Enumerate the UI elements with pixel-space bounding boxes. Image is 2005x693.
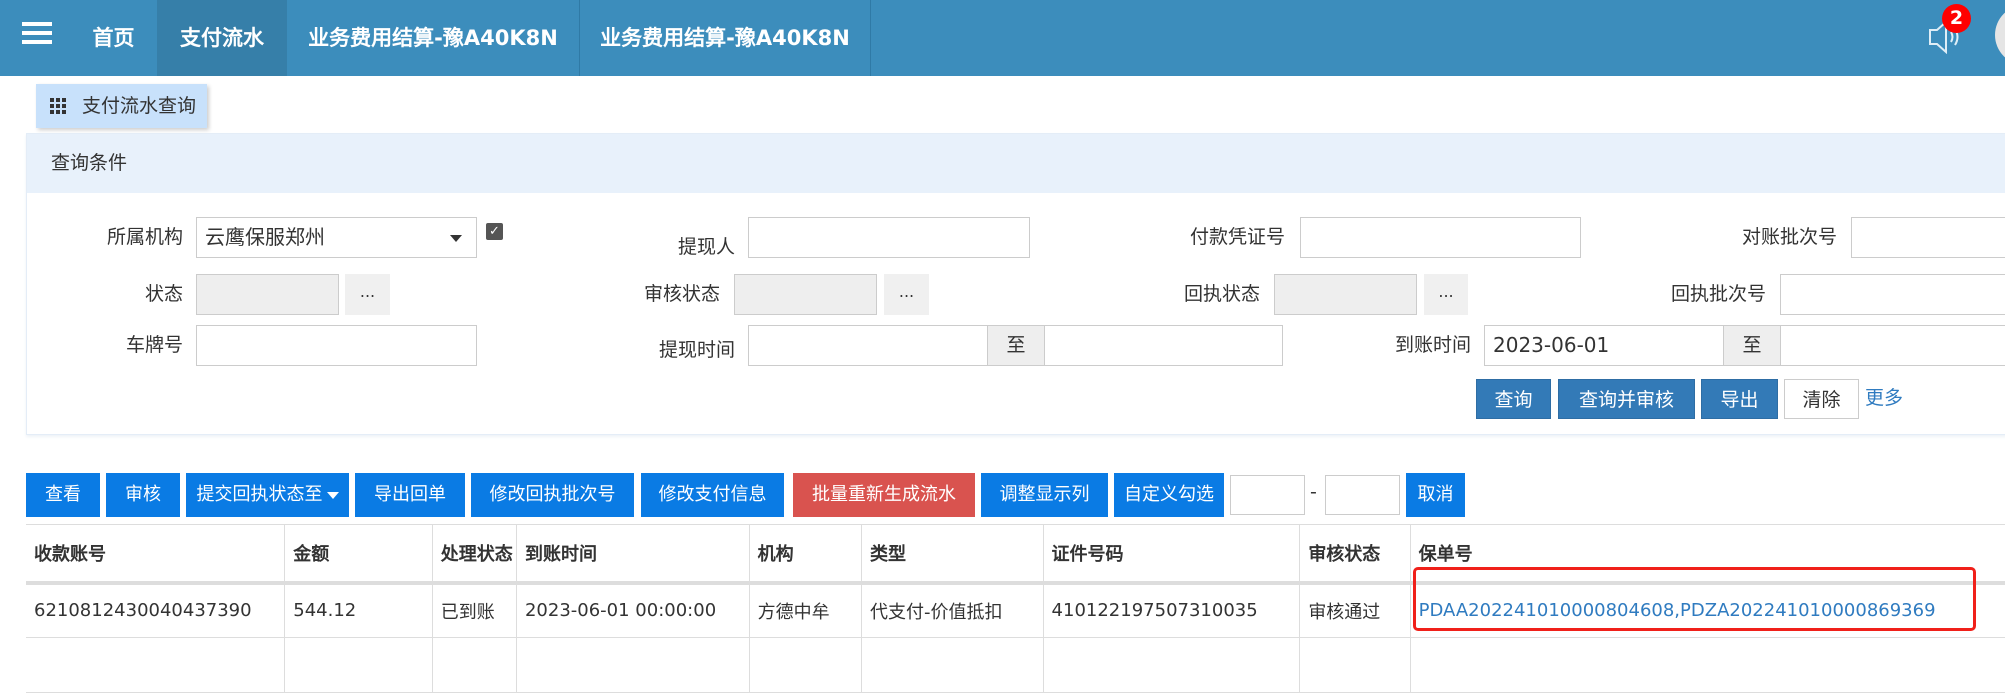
custom-select-button[interactable]: 自定义勾选	[1114, 473, 1224, 517]
caret-down-icon	[326, 491, 339, 499]
withdrawer-label: 提现人	[677, 236, 735, 258]
col-type[interactable]: 类型	[861, 524, 1044, 585]
status-picker-button[interactable]: ...	[345, 274, 390, 315]
notification-badge: 2	[1942, 4, 1971, 33]
edit-payment-info-button[interactable]: 修改支付信息	[641, 473, 784, 517]
arrival-time-to-label: 至	[1723, 325, 1781, 366]
withdraw-time-from[interactable]	[748, 325, 988, 366]
query-panel-title: 查询条件	[27, 134, 2005, 193]
chevron-down-icon	[450, 235, 462, 242]
cell-id-number: 410122197507310035	[1042, 582, 1300, 638]
cancel-button[interactable]: 取消	[1406, 473, 1465, 517]
cell-account: 6210812430040437390	[26, 582, 285, 638]
cell-amount: 544.12	[284, 582, 433, 638]
batch-regenerate-flow-button[interactable]: 批量重新生成流水	[793, 473, 975, 517]
page-tab-payment-query[interactable]: 支付流水查询	[36, 84, 207, 128]
receipt-batch-input[interactable]	[1780, 274, 2005, 315]
grid-icon	[50, 98, 66, 114]
tab-payment-flow[interactable]: 支付流水	[157, 0, 287, 76]
cell-arrival-time: 2023-06-01 00:00:00	[515, 582, 750, 638]
plate-input[interactable]	[196, 325, 477, 366]
table-row[interactable]	[26, 637, 2005, 693]
col-amount[interactable]: 金额	[284, 524, 433, 585]
col-audit-status[interactable]: 审核状态	[1299, 524, 1411, 585]
voucher-input[interactable]	[1300, 217, 1581, 258]
include-sub-org-checkbox[interactable]: ✓	[486, 223, 503, 240]
audit-status-label: 审核状态	[643, 283, 720, 305]
withdraw-time-to[interactable]	[1044, 325, 1283, 366]
col-process-status[interactable]: 处理状态	[431, 524, 517, 585]
org-label: 所属机构	[106, 226, 183, 248]
withdraw-time-to-label: 至	[987, 325, 1045, 366]
range-start-input[interactable]	[1230, 475, 1305, 515]
status-input[interactable]	[196, 274, 339, 315]
audit-status-picker-button[interactable]: ...	[884, 274, 929, 315]
audit-button[interactable]: 审核	[106, 473, 180, 517]
receipt-status-picker-button[interactable]: ...	[1424, 274, 1468, 315]
recon-batch-input[interactable]	[1851, 217, 2005, 258]
export-receipt-button[interactable]: 导出回单	[355, 473, 465, 517]
hamburger-menu-icon[interactable]	[22, 22, 52, 52]
clear-button[interactable]: 清除	[1784, 379, 1859, 419]
view-button[interactable]: 查看	[26, 473, 100, 517]
tab-settlement-2[interactable]: 业务费用结算-豫A40K8N	[580, 0, 871, 76]
receipt-status-label: 回执状态	[1183, 283, 1260, 305]
receipt-status-input[interactable]	[1274, 274, 1417, 315]
submit-receipt-status-dropdown[interactable]: 提交回执状态至	[186, 473, 349, 517]
avatar[interactable]	[1995, 5, 2005, 65]
tab-home[interactable]: 首页	[70, 0, 157, 76]
page-tab-label: 支付流水查询	[82, 95, 197, 117]
edit-receipt-batch-button[interactable]: 修改回执批次号	[471, 473, 634, 517]
arrival-time-to[interactable]	[1780, 325, 2005, 366]
receipt-batch-label: 回执批次号	[1670, 283, 1766, 305]
voucher-label: 付款凭证号	[1189, 226, 1285, 248]
highlight-annotation-box	[1413, 567, 1976, 631]
range-dash: -	[1310, 481, 1317, 503]
org-select[interactable]: 云鹰保服郑州	[196, 217, 477, 258]
status-label: 状态	[144, 283, 183, 305]
submit-receipt-status-label: 提交回执状态至	[196, 484, 323, 505]
cell-audit-status: 审核通过	[1299, 582, 1411, 638]
recon-batch-label: 对账批次号	[1741, 226, 1837, 248]
cell-process-status: 已到账	[431, 582, 517, 638]
tab-settlement-1[interactable]: 业务费用结算-豫A40K8N	[287, 0, 580, 76]
arrival-time-label: 到账时间	[1394, 334, 1471, 356]
adjust-columns-button[interactable]: 调整显示列	[981, 473, 1108, 517]
col-id-number[interactable]: 证件号码	[1042, 524, 1300, 585]
cell-type: 代支付-价值抵扣	[861, 582, 1044, 638]
plate-label: 车牌号	[125, 334, 183, 356]
cell-org: 方德中牟	[748, 582, 862, 638]
search-button[interactable]: 查询	[1476, 379, 1551, 419]
col-org[interactable]: 机构	[748, 524, 862, 585]
col-arrival-time[interactable]: 到账时间	[515, 524, 750, 585]
org-value: 云鹰保服郑州	[205, 225, 325, 249]
withdraw-time-label: 提现时间	[658, 339, 735, 361]
export-button[interactable]: 导出	[1701, 379, 1778, 419]
arrival-time-from[interactable]: 2023-06-01	[1484, 325, 1724, 366]
withdrawer-input[interactable]	[748, 217, 1030, 258]
top-navbar: 首页 支付流水 业务费用结算-豫A40K8N 业务费用结算-豫A40K8N 2	[0, 0, 2005, 76]
audit-status-input[interactable]	[734, 274, 877, 315]
range-end-input[interactable]	[1325, 475, 1400, 515]
col-account[interactable]: 收款账号	[26, 524, 285, 585]
more-link[interactable]: 更多	[1865, 383, 1903, 410]
search-and-audit-button[interactable]: 查询并审核	[1558, 379, 1695, 419]
